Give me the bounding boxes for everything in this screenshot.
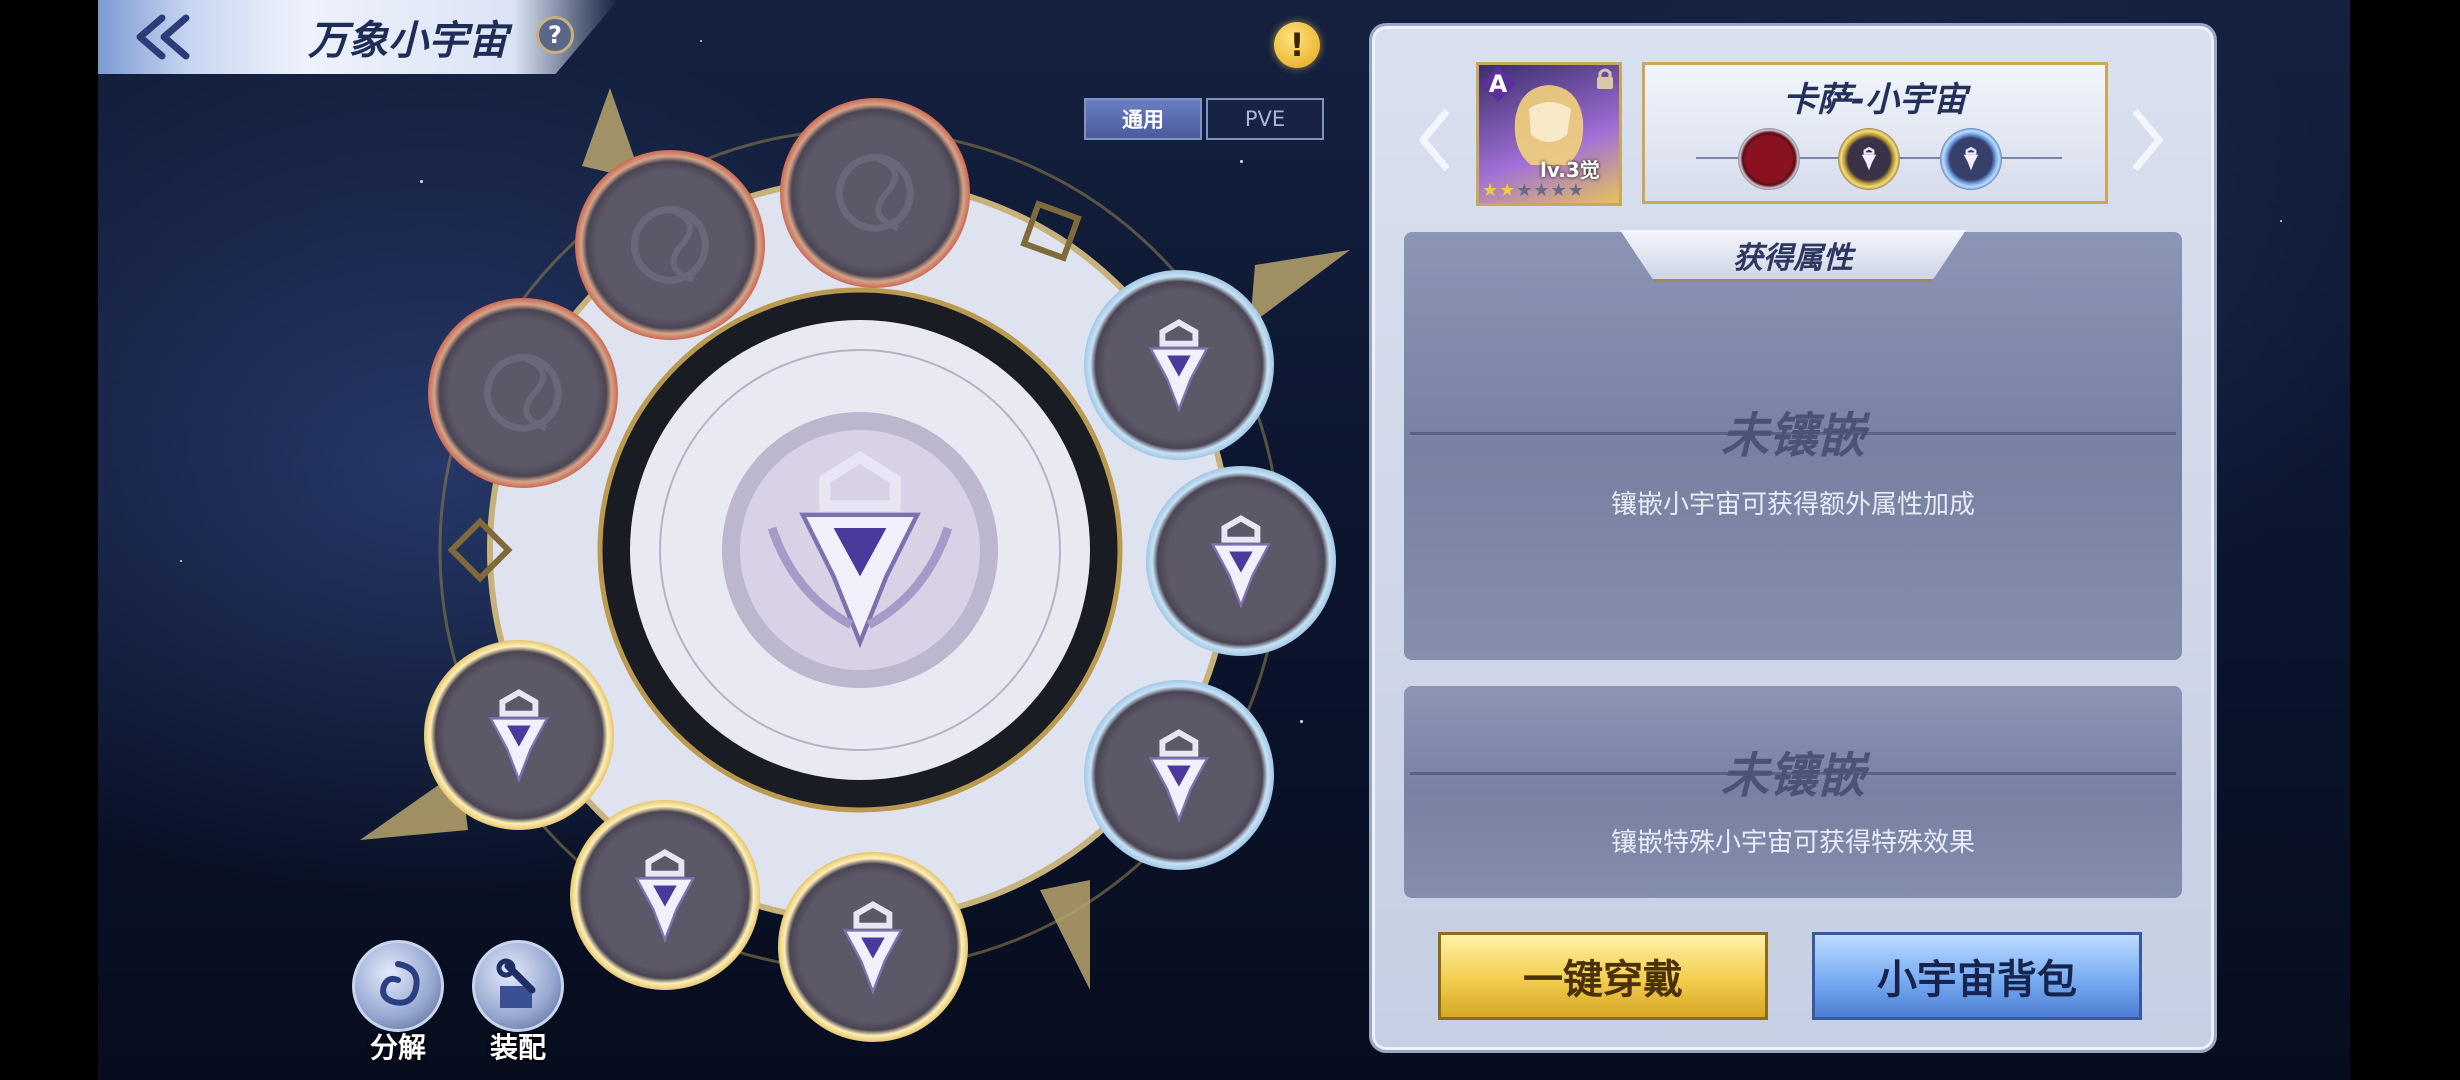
cosmo-name: 卡萨-小宇宙 <box>1782 80 1968 120</box>
empty-slot-swirl-icon <box>836 154 914 232</box>
slot-type-gold <box>1838 128 1900 190</box>
cosmo-slot[interactable] <box>1084 270 1274 460</box>
cosmo-slot[interactable] <box>1084 680 1274 870</box>
cosmo-slot[interactable] <box>778 852 968 1042</box>
crystal-gem-icon <box>1148 729 1210 824</box>
cosmo-slot[interactable] <box>780 98 970 288</box>
empty-slot-swirl-icon <box>484 354 562 432</box>
alert-icon[interactable]: ! <box>1274 22 1320 68</box>
cosmo-slot[interactable] <box>424 640 614 830</box>
crystal-gem-icon <box>842 901 904 996</box>
decompose-label: 分解 <box>369 1031 426 1064</box>
back-button[interactable] <box>108 6 218 68</box>
assemble-button[interactable]: 装配 <box>470 940 566 1066</box>
lock-icon <box>1597 68 1613 89</box>
screen-bezel <box>0 0 98 1080</box>
crystal-gem-icon <box>1963 146 1979 171</box>
chevron-right-icon <box>2132 108 2163 172</box>
star-icon: ★★ <box>1482 180 1517 201</box>
chevron-left-icon <box>1419 108 1450 172</box>
decompose-button[interactable]: 分解 <box>350 940 446 1066</box>
crystal-gem-icon <box>488 689 550 784</box>
assemble-label: 装配 <box>489 1031 546 1064</box>
central-gem-icon <box>767 451 953 649</box>
double-chevron-left-icon <box>136 14 190 60</box>
background-star <box>180 560 182 562</box>
cosmo-slot[interactable] <box>570 800 760 990</box>
hero-level: lv.3觉 <box>1540 158 1600 182</box>
help-button[interactable]: ? <box>536 16 574 54</box>
empty-title: 未镶嵌 <box>1720 748 1865 804</box>
swirl-icon <box>380 961 420 1006</box>
decompose-disc <box>352 940 444 1032</box>
background-star <box>700 40 702 42</box>
empty-title: 未镶嵌 <box>1720 408 1865 464</box>
wrench-box-icon <box>496 958 536 1008</box>
crystal-gem-icon <box>1210 515 1272 610</box>
slot-type-blue <box>1940 128 2002 190</box>
empty-description: 镶嵌小宇宙可获得额外属性加成 <box>1610 490 1975 520</box>
game-screen: 万象小宇宙 ? ! 通用 PVE 分解 装配 A lv.3觉 ★★★★★★ 卡萨… <box>0 0 2460 1080</box>
cosmo-slot[interactable] <box>1146 466 1336 656</box>
crystal-gem-icon <box>1861 146 1877 171</box>
cosmo-slot[interactable] <box>428 298 618 488</box>
next-cosmo-button[interactable] <box>2122 100 2172 180</box>
assemble-disc <box>472 940 564 1032</box>
page-title: 万象小宇宙 <box>308 18 508 64</box>
slot-type-red <box>1738 128 1800 190</box>
empty-description: 镶嵌特殊小宇宙可获得特殊效果 <box>1610 828 1975 858</box>
empty-slot-swirl-icon <box>631 206 709 284</box>
prev-cosmo-button[interactable] <box>1410 100 1460 180</box>
hero-stars: ★★★★★★ <box>1482 180 1585 201</box>
background-star <box>2280 220 2282 222</box>
one-click-equip-button[interactable]: 一键穿戴 <box>1438 932 1768 1020</box>
attribute-header: 获得属性 <box>1620 230 1966 282</box>
screen-bezel <box>2350 0 2460 1080</box>
star-icon: ★★★★ <box>1516 180 1585 201</box>
crystal-gem-icon <box>634 849 696 944</box>
cosmo-bag-button[interactable]: 小宇宙背包 <box>1812 932 2142 1020</box>
cosmo-slot[interactable] <box>575 150 765 340</box>
crystal-gem-icon <box>1148 319 1210 414</box>
